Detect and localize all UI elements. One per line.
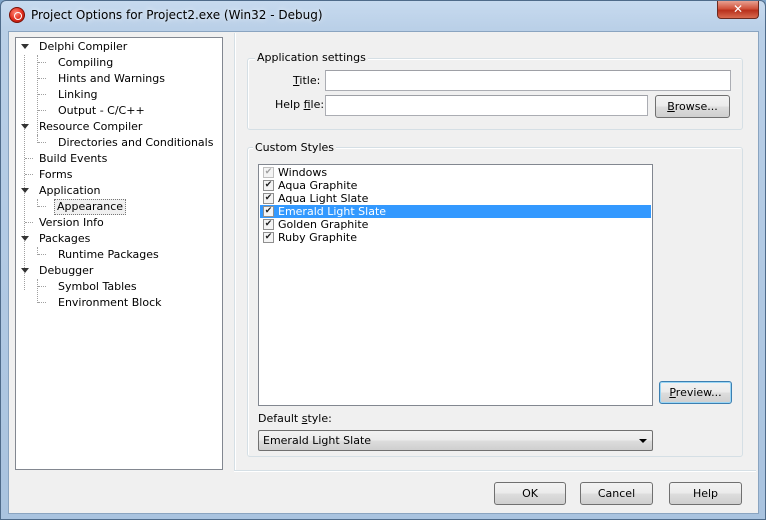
tree-connector bbox=[38, 94, 46, 95]
tree-item-hints-and-warnings[interactable]: Hints and Warnings bbox=[56, 71, 167, 87]
style-item-label: Emerald Light Slate bbox=[278, 205, 387, 218]
help-file-label: Help file: bbox=[275, 98, 325, 111]
tree-connector bbox=[24, 55, 25, 290]
title-label: Title: bbox=[293, 74, 321, 87]
tree-item-symbol-tables[interactable]: Symbol Tables bbox=[56, 279, 139, 295]
panel-separator bbox=[234, 33, 236, 471]
style-item-label: Ruby Graphite bbox=[278, 231, 357, 244]
style-item-ruby-graphite[interactable]: ✔ Ruby Graphite bbox=[260, 231, 651, 244]
tree-item-packages[interactable]: Packages bbox=[37, 231, 92, 247]
checkbox-icon[interactable]: ✔ bbox=[263, 193, 274, 204]
footer-separator bbox=[234, 470, 756, 472]
default-style-label: Default style: bbox=[258, 412, 332, 425]
window-title: Project Options for Project2.exe (Win32 … bbox=[31, 8, 323, 22]
delphi-app-icon bbox=[9, 7, 25, 23]
tree-connector bbox=[38, 302, 46, 303]
title-input[interactable] bbox=[325, 70, 731, 91]
tree-connector bbox=[25, 174, 33, 175]
project-options-window: Project Options for Project2.exe (Win32 … bbox=[0, 0, 766, 520]
tree-item-debugger[interactable]: Debugger bbox=[37, 263, 95, 279]
tree-item-compiling[interactable]: Compiling bbox=[56, 55, 115, 71]
custom-styles-caption: Custom Styles bbox=[253, 141, 336, 154]
help-file-input[interactable] bbox=[325, 95, 648, 116]
browse-button[interactable]: Browse... bbox=[655, 95, 730, 118]
cancel-button[interactable]: Cancel bbox=[580, 482, 653, 505]
tree-item-build-events[interactable]: Build Events bbox=[37, 151, 109, 167]
expand-arrow-icon[interactable] bbox=[21, 44, 29, 49]
checkbox-icon[interactable]: ✔ bbox=[263, 180, 274, 191]
expand-arrow-icon[interactable] bbox=[21, 124, 29, 129]
close-button[interactable]: ✕ bbox=[717, 1, 759, 19]
dialog-client-area: Delphi Compiler Compiling Hints and Warn… bbox=[8, 31, 759, 514]
ok-button[interactable]: OK bbox=[494, 482, 566, 505]
application-settings-caption: Application settings bbox=[255, 51, 368, 64]
style-item-windows[interactable]: ✔ Windows bbox=[260, 166, 651, 179]
tree-connector bbox=[38, 206, 46, 207]
custom-styles-list[interactable]: ✔ Windows ✔ Aqua Graphite ✔ Aqua Light S… bbox=[258, 164, 653, 406]
expand-arrow-icon[interactable] bbox=[21, 268, 29, 273]
tree-item-forms[interactable]: Forms bbox=[37, 167, 74, 183]
tree-item-appearance[interactable]: Appearance bbox=[54, 199, 127, 215]
tree-connector bbox=[38, 142, 46, 143]
chevron-down-icon bbox=[639, 439, 647, 443]
checkbox-icon[interactable]: ✔ bbox=[263, 167, 274, 178]
default-style-select[interactable]: Emerald Light Slate bbox=[258, 430, 653, 451]
checkbox-icon[interactable]: ✔ bbox=[263, 219, 274, 230]
tree-connector bbox=[38, 254, 46, 255]
tree-item-delphi-compiler[interactable]: Delphi Compiler bbox=[37, 39, 129, 55]
tree-item-linking[interactable]: Linking bbox=[56, 87, 100, 103]
style-item-label: Golden Graphite bbox=[278, 218, 369, 231]
tree-connector bbox=[38, 78, 46, 79]
expand-arrow-icon[interactable] bbox=[21, 236, 29, 241]
tree-item-output-c-cpp[interactable]: Output - C/C++ bbox=[56, 103, 147, 119]
tree-item-version-info[interactable]: Version Info bbox=[37, 215, 106, 231]
help-button[interactable]: Help bbox=[669, 482, 742, 505]
tree-item-application[interactable]: Application bbox=[37, 183, 102, 199]
tree-connector bbox=[38, 110, 46, 111]
tree-item-directories-and-conditionals[interactable]: Directories and Conditionals bbox=[56, 135, 215, 151]
style-item-label: Aqua Light Slate bbox=[278, 192, 369, 205]
style-item-label: Windows bbox=[278, 166, 328, 179]
tree-connector bbox=[25, 222, 33, 223]
style-item-label: Aqua Graphite bbox=[278, 179, 358, 192]
options-tree[interactable]: Delphi Compiler Compiling Hints and Warn… bbox=[15, 37, 223, 470]
tree-connector bbox=[37, 279, 38, 303]
tree-connector bbox=[38, 286, 46, 287]
application-settings-group bbox=[247, 58, 743, 130]
preview-button[interactable]: Preview... bbox=[659, 381, 732, 404]
style-item-aqua-graphite[interactable]: ✔ Aqua Graphite bbox=[260, 179, 651, 192]
tree-item-resource-compiler[interactable]: Resource Compiler bbox=[37, 119, 144, 135]
title-bar[interactable]: Project Options for Project2.exe (Win32 … bbox=[1, 1, 765, 31]
style-item-emerald-light-slate[interactable]: ✔ Emerald Light Slate bbox=[260, 205, 651, 218]
checkbox-icon[interactable]: ✔ bbox=[263, 232, 274, 243]
style-item-golden-graphite[interactable]: ✔ Golden Graphite bbox=[260, 218, 651, 231]
default-style-value: Emerald Light Slate bbox=[263, 434, 372, 447]
tree-item-runtime-packages[interactable]: Runtime Packages bbox=[56, 247, 161, 263]
expand-arrow-icon[interactable] bbox=[21, 188, 29, 193]
tree-connector bbox=[38, 62, 46, 63]
style-item-aqua-light-slate[interactable]: ✔ Aqua Light Slate bbox=[260, 192, 651, 205]
tree-item-environment-block[interactable]: Environment Block bbox=[56, 295, 164, 311]
checkbox-icon[interactable]: ✔ bbox=[263, 206, 274, 217]
tree-connector bbox=[25, 158, 33, 159]
